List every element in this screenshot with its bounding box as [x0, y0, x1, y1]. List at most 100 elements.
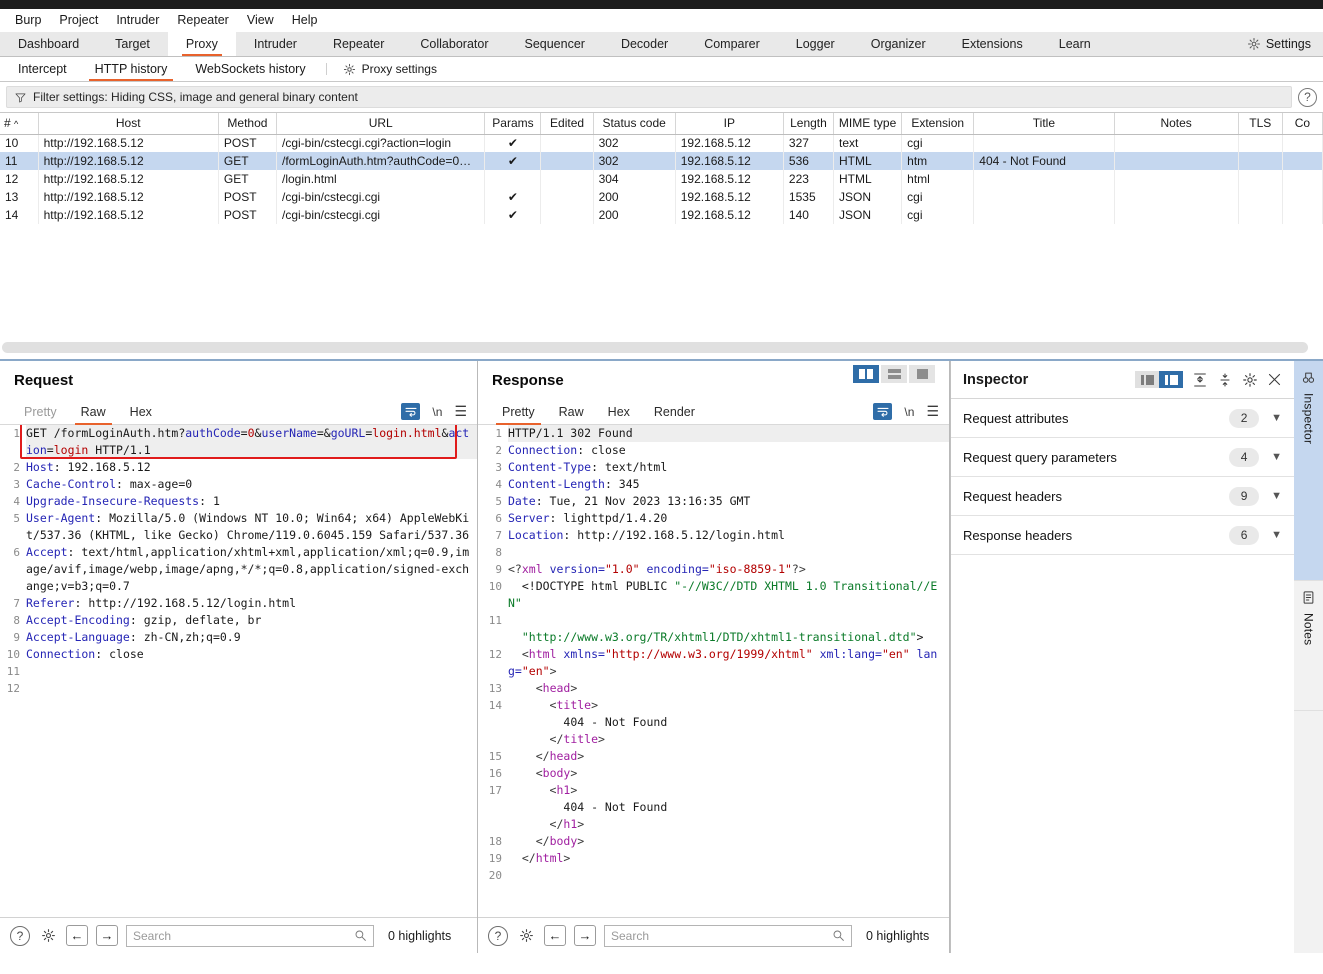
inspector-section-request-attributes[interactable]: Request attributes 2 ▼	[951, 399, 1294, 438]
search-next-button[interactable]: →	[574, 925, 596, 946]
request-menu-icon[interactable]: ☰	[454, 403, 467, 420]
inspector-section-response-headers[interactable]: Response headers 6 ▼	[951, 516, 1294, 555]
tab-learn[interactable]: Learn	[1041, 32, 1109, 56]
response-editor[interactable]: 1 HTTP/1.1 302 Found 2 Connection: close…	[478, 425, 949, 917]
chevron-down-icon[interactable]: ▼	[1271, 451, 1282, 463]
tab-sequencer[interactable]: Sequencer	[506, 32, 602, 56]
search-previous-button[interactable]: ←	[66, 925, 88, 946]
layout-single-button[interactable]	[909, 365, 935, 383]
side-tab-notes[interactable]: Notes	[1294, 581, 1323, 711]
column-header-params[interactable]: Params	[484, 113, 542, 135]
newline-toggle[interactable]: \n	[432, 405, 442, 419]
menu-item-repeater[interactable]: Repeater	[168, 11, 237, 29]
tab-dashboard[interactable]: Dashboard	[0, 32, 97, 56]
response-tab-pretty[interactable]: Pretty	[490, 400, 547, 425]
column-header-ip[interactable]: IP	[675, 113, 784, 135]
proxy-settings-button[interactable]: Proxy settings	[333, 57, 447, 81]
response-tab-render[interactable]: Render	[642, 400, 707, 424]
tab-repeater[interactable]: Repeater	[315, 32, 402, 56]
inspector-section-request-headers[interactable]: Request headers 9 ▼	[951, 477, 1294, 516]
request-tab-pretty[interactable]: Pretty	[12, 400, 69, 424]
column-header-co[interactable]: Co	[1282, 113, 1323, 135]
search-input[interactable]	[133, 928, 354, 943]
gear-icon[interactable]	[38, 926, 58, 946]
scrollbar-thumb[interactable]	[2, 342, 1308, 353]
expand-all-icon[interactable]	[1192, 372, 1208, 388]
menu-item-help[interactable]: Help	[283, 11, 327, 29]
newline-toggle[interactable]: \n	[904, 405, 914, 419]
column-header-host[interactable]: Host	[38, 113, 219, 135]
column-header-title[interactable]: Title	[973, 113, 1115, 135]
response-tab-raw[interactable]: Raw	[547, 400, 596, 424]
wide-panel-icon	[1164, 374, 1178, 385]
response-menu-icon[interactable]: ☰	[926, 403, 939, 420]
inspector-section-request-query-parameters[interactable]: Request query parameters 4 ▼	[951, 438, 1294, 477]
column-header-num[interactable]: # ^	[0, 113, 39, 135]
cell-tls	[1238, 170, 1283, 188]
table-row[interactable]: 12 http://192.168.5.12 GET /login.html 3…	[0, 170, 1323, 188]
tab-proxy[interactable]: Proxy	[167, 32, 236, 56]
help-icon[interactable]: ?	[10, 925, 30, 946]
close-icon[interactable]	[1267, 372, 1282, 387]
search-previous-button[interactable]: ←	[544, 925, 566, 946]
request-tab-raw[interactable]: Raw	[69, 400, 118, 425]
tab-decoder[interactable]: Decoder	[603, 32, 686, 56]
column-header-status-code[interactable]: Status code	[593, 113, 676, 135]
tab-collaborator[interactable]: Collaborator	[402, 32, 506, 56]
collapse-all-icon[interactable]	[1217, 372, 1233, 388]
menu-item-burp[interactable]: Burp	[6, 11, 50, 29]
subtab-intercept[interactable]: Intercept	[4, 57, 81, 81]
table-row[interactable]: 13 http://192.168.5.12 POST /cgi-bin/cst…	[0, 188, 1323, 206]
column-header-tls[interactable]: TLS	[1238, 113, 1283, 135]
response-tab-hex[interactable]: Hex	[596, 400, 642, 424]
tab-target[interactable]: Target	[97, 32, 168, 56]
column-header-notes[interactable]: Notes	[1114, 113, 1239, 135]
table-horizontal-scrollbar[interactable]	[2, 342, 1321, 353]
tab-logger[interactable]: Logger	[778, 32, 853, 56]
request-editor[interactable]: 1 GET /formLoginAuth.htm?authCode=0&user…	[0, 425, 477, 917]
layout-split-button[interactable]	[853, 365, 879, 383]
request-search-box[interactable]	[126, 924, 374, 947]
tab-comparer[interactable]: Comparer	[686, 32, 778, 56]
subtab-http-history[interactable]: HTTP history	[81, 57, 182, 81]
chevron-down-icon[interactable]: ▼	[1271, 490, 1282, 502]
gear-icon[interactable]	[516, 926, 536, 946]
inspector-layout-wide-button[interactable]	[1159, 371, 1183, 388]
request-tab-hex[interactable]: Hex	[118, 400, 164, 424]
subtab-websockets-history[interactable]: WebSockets history	[181, 57, 319, 81]
search-input[interactable]	[611, 928, 832, 943]
menu-item-intruder[interactable]: Intruder	[107, 11, 168, 29]
line-number: 4	[13, 495, 20, 508]
filter-settings-bar[interactable]: Filter settings: Hiding CSS, image and g…	[6, 86, 1292, 108]
settings-button[interactable]: Settings	[1235, 32, 1323, 56]
tab-organizer[interactable]: Organizer	[853, 32, 944, 56]
layout-stacked-button[interactable]	[881, 365, 907, 383]
chevron-down-icon[interactable]: ▼	[1271, 412, 1282, 424]
http-history-table: # ^ Host Method URL Params Edited Status…	[0, 113, 1323, 224]
tab-extensions[interactable]: Extensions	[944, 32, 1041, 56]
cell-tls	[1238, 206, 1283, 224]
column-header-mime-type[interactable]: MIME type	[833, 113, 903, 135]
table-row[interactable]: 14 http://192.168.5.12 POST /cgi-bin/cst…	[0, 206, 1323, 224]
side-tab-inspector[interactable]: Inspector	[1294, 361, 1323, 581]
table-row[interactable]: 10 http://192.168.5.12 POST /cgi-bin/cst…	[0, 134, 1323, 152]
column-header-method[interactable]: Method	[218, 113, 278, 135]
gear-icon[interactable]	[1242, 372, 1258, 388]
menu-item-view[interactable]: View	[238, 11, 283, 29]
table-row[interactable]: 11 http://192.168.5.12 GET /formLoginAut…	[0, 152, 1323, 170]
word-wrap-button[interactable]	[401, 403, 421, 420]
inspector-layout-narrow-button[interactable]	[1135, 371, 1159, 388]
column-header-edited[interactable]: Edited	[540, 113, 594, 135]
word-wrap-button[interactable]	[873, 403, 893, 420]
column-header-url[interactable]: URL	[276, 113, 486, 135]
help-icon[interactable]: ?	[488, 925, 508, 946]
help-icon[interactable]: ?	[1298, 87, 1317, 107]
menu-item-project[interactable]: Project	[50, 11, 107, 29]
column-header-extension[interactable]: Extension	[901, 113, 975, 135]
response-search-box[interactable]	[604, 924, 852, 947]
search-next-button[interactable]: →	[96, 925, 118, 946]
chevron-down-icon[interactable]: ▼	[1271, 529, 1282, 541]
line-content: <?xml version="1.0" encoding="iso-8859-1…	[508, 562, 806, 576]
tab-intruder[interactable]: Intruder	[236, 32, 315, 56]
column-header-length[interactable]: Length	[783, 113, 835, 135]
